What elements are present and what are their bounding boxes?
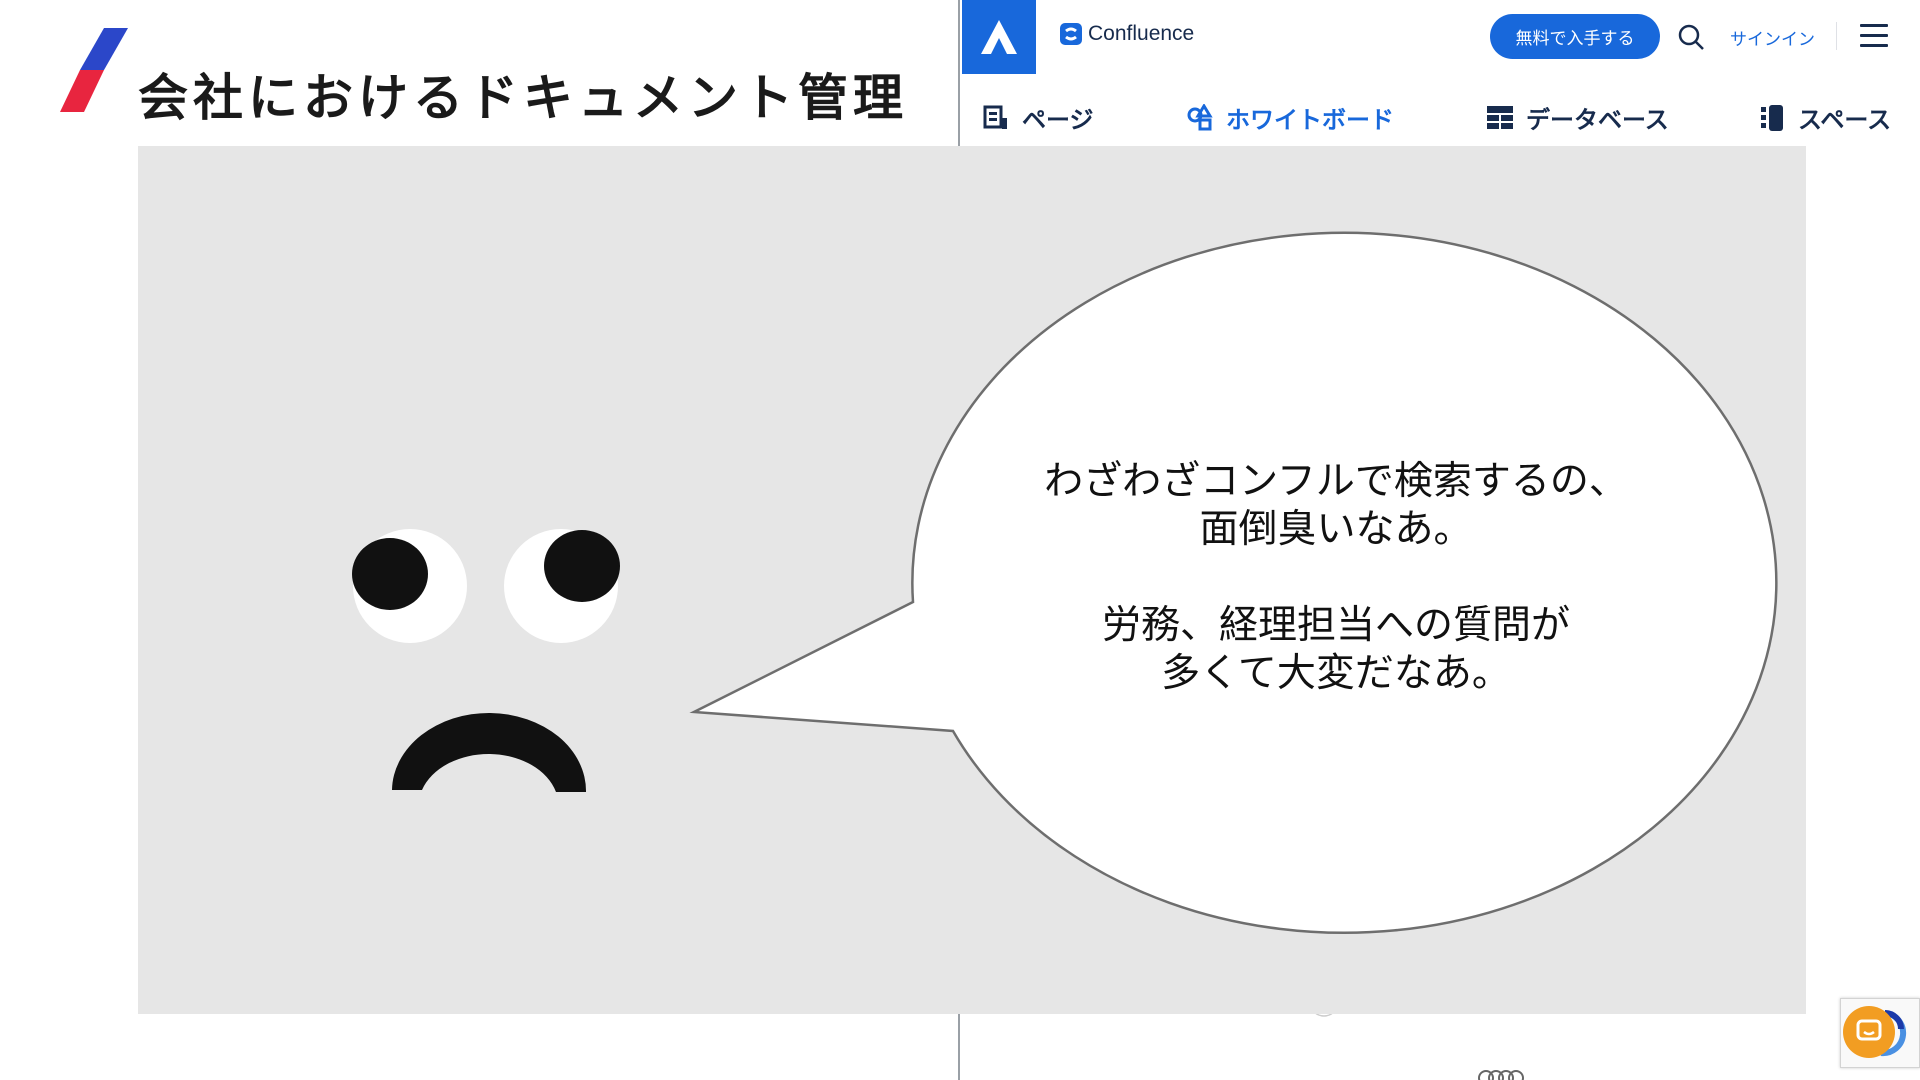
chat-icon — [1856, 1019, 1882, 1041]
slide-accent-slash-icon — [60, 28, 128, 112]
speech-line: 多くて大変だなあ。 — [1161, 651, 1511, 696]
nav-item-database[interactable]: データベース — [1486, 100, 1669, 135]
speech-line: 労務、経理担当への質問が — [1101, 603, 1570, 648]
confluence-brand-name: Confluence — [1088, 22, 1195, 45]
slide-title: 会社におけるドキュメント管理 — [138, 69, 908, 127]
chat-button[interactable] — [1843, 1006, 1895, 1058]
signin-link[interactable]: サインイン — [1730, 25, 1815, 50]
sad-face-icon — [352, 529, 620, 792]
nav-item-whiteboard[interactable]: ホワイトボード — [1186, 100, 1394, 135]
nav-item-pages[interactable]: ページ — [982, 100, 1094, 135]
nav-item-spaces[interactable]: スペース — [1758, 100, 1891, 135]
hamburger-menu-icon[interactable] — [1860, 24, 1888, 48]
header-divider — [1836, 22, 1837, 50]
nav-item-label: データベース — [1526, 106, 1669, 134]
speech-line: 面倒臭いなあ。 — [1199, 507, 1473, 552]
whiteboard-icon — [1187, 103, 1213, 130]
get-free-button[interactable]: 無料で入手する — [1490, 14, 1660, 59]
page-icon — [983, 105, 1007, 129]
speech-bubble-text: わざわざコンフルで検索するの、 面倒臭いなあ。 労務、経理担当への質問が 多くて… — [1024, 458, 1648, 698]
nav-item-label: ホワイトボード — [1226, 106, 1394, 134]
nav-item-label: スペース — [1798, 106, 1892, 134]
space-icon — [1761, 104, 1783, 131]
speech-line: わざわざコンフルで検索するの、 — [1044, 459, 1628, 504]
confluence-logo-icon — [1060, 23, 1082, 45]
atlassian-logo-icon — [981, 20, 1017, 54]
confluence-brand[interactable]: Confluence — [1060, 22, 1194, 46]
atlassian-logo[interactable] — [962, 0, 1036, 74]
nav-item-label: ページ — [1022, 106, 1094, 134]
database-icon — [1487, 105, 1513, 129]
search-icon[interactable] — [1676, 22, 1706, 52]
